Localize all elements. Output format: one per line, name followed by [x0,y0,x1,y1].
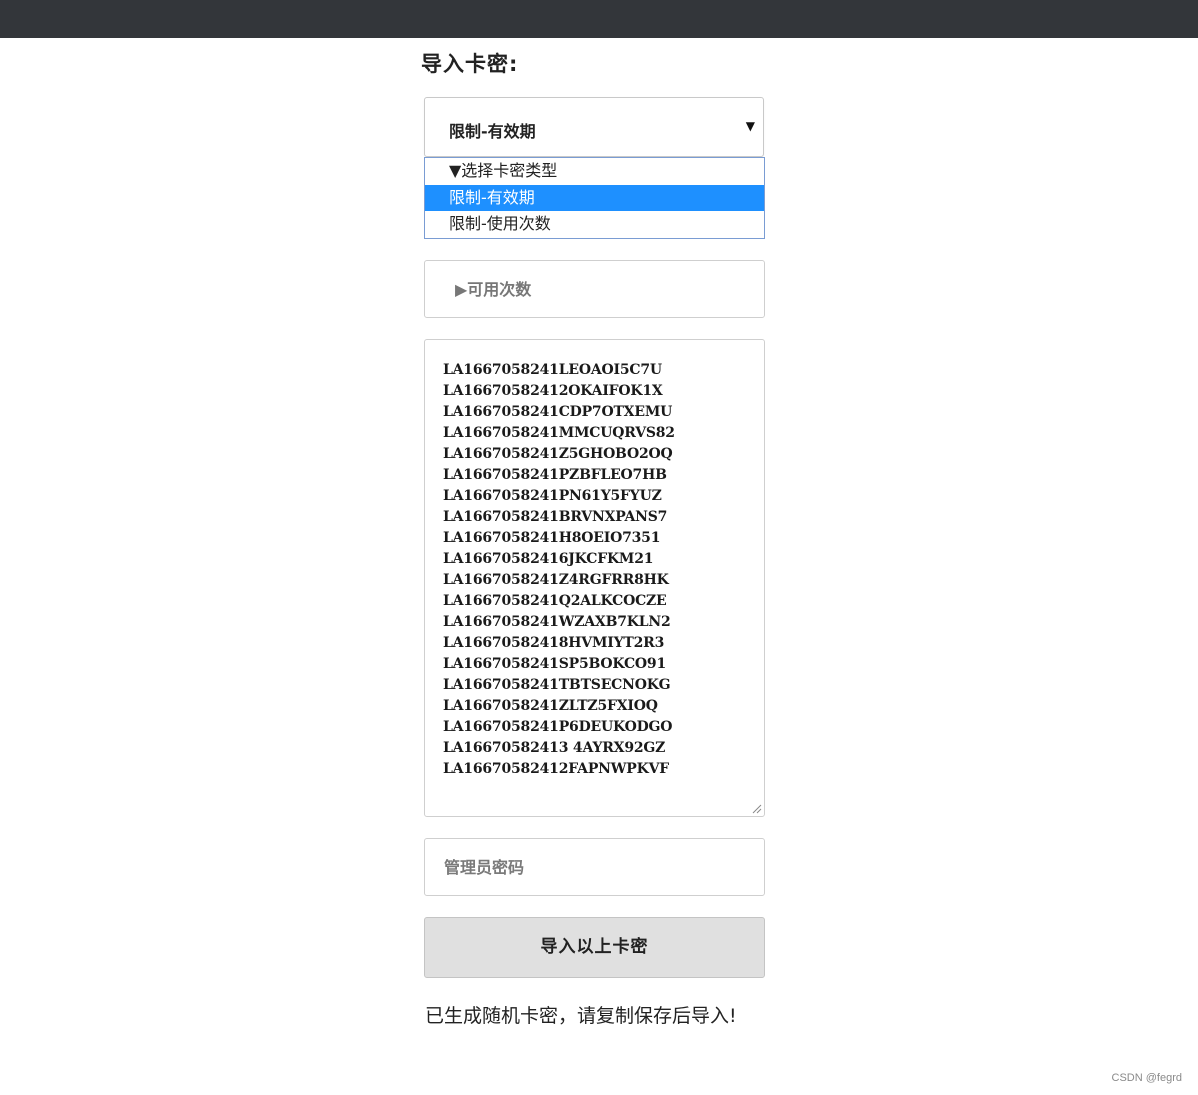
code-line: LA1667058241BRVNXPANS7 [443,509,668,525]
resize-handle-icon[interactable] [752,804,762,814]
code-line: LA16670582413 4AYRX92GZ [443,740,666,756]
code-line: LA1667058241LEOAOI5C7U [443,362,662,378]
code-line: LA1667058241P6DEUKODGO [443,719,673,735]
page-title: 导入卡密: [421,52,519,76]
use-count-field [424,260,765,318]
admin-password-input[interactable] [425,839,764,895]
code-line: LA1667058241PZBFLEO7HB [443,467,667,483]
card-type-select[interactable]: 限制-有效期 ▼ [424,97,764,157]
status-message: 已生成随机卡密，请复制保存后导入! [425,1005,737,1027]
card-type-dropdown-list: ▼选择卡密类型 限制-有效期 限制-使用次数 [424,157,765,239]
code-line: LA16670582416JKCFKM21 [443,551,654,567]
code-line: LA1667058241PN61Y5FYUZ [443,488,662,504]
code-line: LA1667058241Q2ALKCOCZE [443,593,667,609]
import-codes-button[interactable]: 导入以上卡密 [424,917,765,978]
code-line: LA1667058241H8OEIO7351 [443,530,661,546]
code-line: LA1667058241MMCUQRVS82 [443,425,675,441]
admin-password-field [424,838,765,896]
code-line: LA1667058241SP5BOKCO91 [443,656,666,672]
code-line: LA1667058241Z4RGFRR8HK [443,572,669,588]
dropdown-arrow-icon: ▼ [745,119,755,133]
codes-textarea[interactable]: LA1667058241LEOAOI5C7U LA16670582412OKAI… [424,339,765,817]
code-line: LA1667058241Z5GHOBO2OQ [443,446,673,462]
code-line: LA1667058241ZLTZ5FXIOQ [443,698,658,714]
dropdown-option-placeholder[interactable]: ▼选择卡密类型 [425,158,764,185]
dropdown-option-validity[interactable]: 限制-有效期 [425,184,764,212]
use-count-input[interactable] [425,261,764,317]
code-line: LA16670582412OKAIFOK1X [443,383,663,399]
code-line: LA1667058241CDP7OTXEMU [443,404,673,420]
code-line: LA1667058241WZAXB7KLN2 [443,614,671,630]
code-line: LA1667058241TBTSECNOKG [443,677,671,693]
code-line: LA16670582418HVMIYT2R3 [443,635,665,651]
card-type-selected-value: 限制-有效期 [449,122,536,141]
top-navbar [0,0,1198,38]
codes-list: LA1667058241LEOAOI5C7U LA16670582412OKAI… [443,360,675,780]
code-line: LA16670582412FAPNWPKVF [443,761,669,777]
watermark: CSDN @fegrd [1111,1072,1182,1084]
dropdown-option-use-count[interactable]: 限制-使用次数 [425,211,764,238]
